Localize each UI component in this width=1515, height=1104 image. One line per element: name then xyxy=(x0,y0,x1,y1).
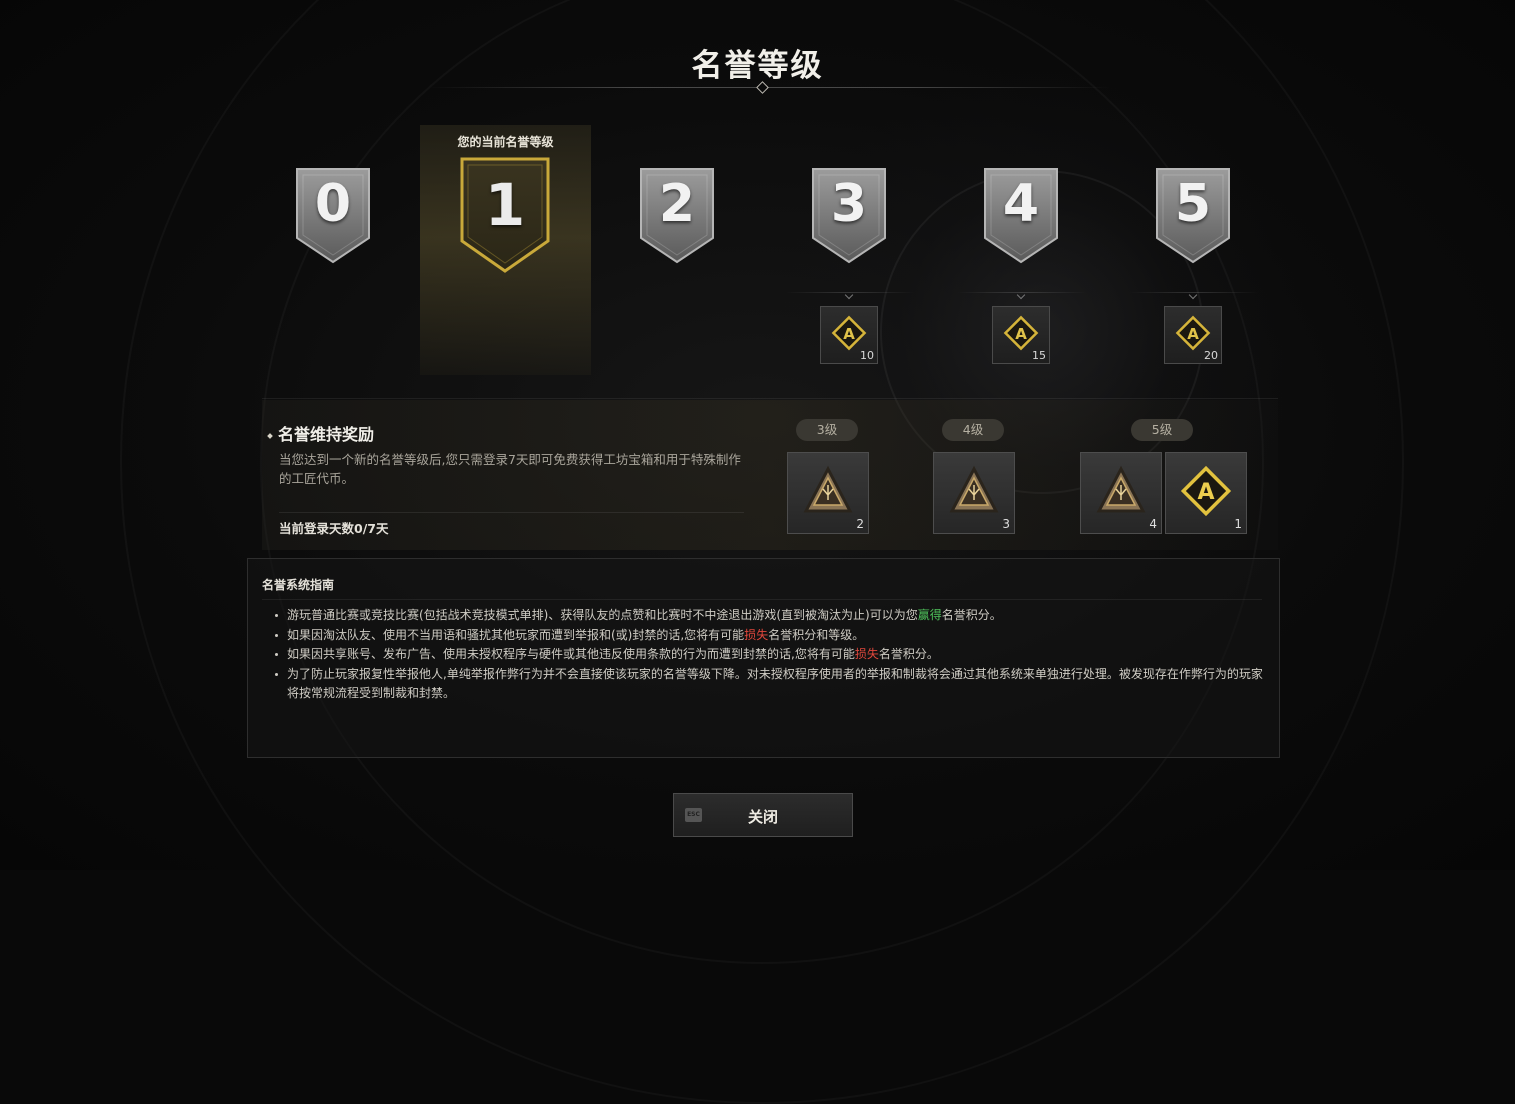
close-button-label: 关闭 xyxy=(747,808,778,826)
rank-number: 1 xyxy=(484,171,526,239)
rank-number: 4 xyxy=(1002,174,1040,234)
guide-text: 游玩普通比赛或竞技比赛(包括战术竞技模式单排)、获得队友的点赞和比赛时不中途退出… xyxy=(287,608,918,622)
reward-quantity: 15 xyxy=(1032,349,1046,362)
reward-level-badge: 3级 xyxy=(796,419,858,441)
rank-shield-4: 4 xyxy=(981,166,1061,266)
guide-list: 游玩普通比赛或竞技比赛(包括战术竞技模式单排)、获得队友的点赞和比赛时不中途退出… xyxy=(272,606,1267,704)
guide-item: 游玩普通比赛或竞技比赛(包括战术竞技模式单排)、获得队友的点赞和比赛时不中途退出… xyxy=(272,606,1267,626)
rank-reward-3[interactable]: A 10 xyxy=(820,306,878,364)
guide-item: 为了防止玩家报复性举报他人,单纯举报作弊行为并不会直接使该玩家的名誉等级下降。对… xyxy=(272,665,1267,704)
title-divider xyxy=(430,87,1110,88)
rank-shield-3: 3 xyxy=(809,166,889,266)
rank-shield-5: 5 xyxy=(1153,166,1233,266)
rank-number: 0 xyxy=(314,174,352,234)
rank-shield-1: 1 xyxy=(459,157,551,275)
maintenance-reward-3[interactable]: 2 xyxy=(787,452,869,534)
rank-number: 3 xyxy=(830,174,868,234)
reward-quantity: 2 xyxy=(856,517,864,531)
guide-highlight-lose: 损失 xyxy=(744,627,769,642)
guide-text: 名誉积分。 xyxy=(878,647,939,661)
login-days-counter: 当前登录天数0/7天 xyxy=(279,521,389,536)
reward-quantity: 1 xyxy=(1234,517,1242,531)
a-coin-icon: A xyxy=(831,315,867,351)
guide-text: 名誉积分。 xyxy=(941,608,1002,622)
workshop-chest-icon xyxy=(949,465,999,513)
svg-text:A: A xyxy=(843,325,855,343)
guide-text: 为了防止玩家报复性举报他人,单纯举报作弊行为并不会直接使该玩家的名誉等级下降。对… xyxy=(287,666,1263,701)
maintenance-description: 当您达到一个新的名誉等级后,您只需登录7天即可免费获得工坊宝箱和用于特殊制作的工… xyxy=(279,452,741,486)
guide-item: 如果因共享账号、发布广告、使用未授权程序与硬件或其他违反使用条款的行为而遭到封禁… xyxy=(272,645,1267,665)
reward-quantity: 3 xyxy=(1002,517,1010,531)
reward-level-badge: 5级 xyxy=(1131,419,1193,441)
guide-item: 如果因淘汰队友、使用不当用语和骚扰其他玩家而遭到举报和(或)封禁的话,您将有可能… xyxy=(272,626,1267,646)
rank-number: 5 xyxy=(1174,174,1212,234)
maintenance-reward-4[interactable]: 3 xyxy=(933,452,1015,534)
maintenance-reward-5-coin[interactable]: A 1 xyxy=(1165,452,1247,534)
guide-highlight-earn: 赢得 xyxy=(917,608,942,622)
a-coin-icon: A xyxy=(1003,315,1039,351)
svg-text:A: A xyxy=(1197,480,1214,505)
close-button[interactable]: ESC 关闭 xyxy=(673,793,853,837)
rank-reward-4[interactable]: A 15 xyxy=(992,306,1050,364)
rank-reward-5[interactable]: A 20 xyxy=(1164,306,1222,364)
workshop-chest-icon xyxy=(1096,465,1146,513)
workshop-chest-icon xyxy=(803,465,853,513)
rank-number: 2 xyxy=(658,174,696,234)
guide-text: 如果因共享账号、发布广告、使用未授权程序与硬件或其他违反使用条款的行为而遭到封禁… xyxy=(287,647,855,661)
reward-quantity: 4 xyxy=(1149,517,1157,531)
section-divider xyxy=(262,398,1278,399)
guide-text: 如果因淘汰队友、使用不当用语和骚扰其他玩家而遭到举报和(或)封禁的话,您将有可能 xyxy=(287,627,745,642)
guide-divider xyxy=(262,599,1262,600)
maintenance-reward-5-chest[interactable]: 4 xyxy=(1080,452,1162,534)
svg-text:A: A xyxy=(1015,325,1027,343)
current-rank-label: 您的当前名誉等级 xyxy=(457,135,554,149)
guide-title: 名誉系统指南 xyxy=(262,578,335,592)
maintenance-heading: 名誉维持奖励 xyxy=(268,421,374,445)
rank-shield-0: 0 xyxy=(293,166,373,266)
guide-text: 名誉积分和等级。 xyxy=(768,627,865,642)
a-coin-icon: A xyxy=(1175,315,1211,351)
a-coin-icon: A xyxy=(1180,465,1232,517)
rank-shield-2: 2 xyxy=(637,166,717,266)
reward-quantity: 10 xyxy=(860,349,874,362)
guide-highlight-lose: 损失 xyxy=(854,647,879,661)
svg-text:A: A xyxy=(1187,325,1199,343)
reward-level-badge: 4级 xyxy=(942,419,1004,441)
page-title: 名誉等级 xyxy=(691,48,824,84)
reward-quantity: 20 xyxy=(1204,349,1218,362)
maintenance-divider xyxy=(279,512,744,513)
